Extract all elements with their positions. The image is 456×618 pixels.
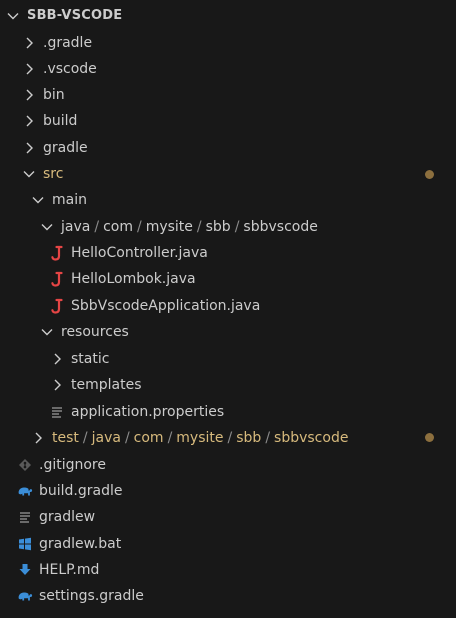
tree-folder-templates[interactable]: templates [49,372,456,398]
tree-file-sbb-vscode-application[interactable]: SbbVscodeApplication.java [49,293,456,319]
compact-folder-path: test / java / com / mysite / sbb / sbbvscode [52,425,348,451]
tree-folder-main[interactable]: main [30,187,456,213]
tree-file-settings-gradle[interactable]: settings.gradle [17,583,456,609]
file-label: HelloController.java [71,245,208,261]
file-label: SbbVscodeApplication.java [71,298,261,314]
tree-folder-test-package[interactable]: test / java / com / mysite / sbb / sbbvscode [30,425,456,451]
file-explorer: SBB-VSCODE .gradle .vscode bin build gra… [0,0,456,618]
explorer-root-label: SBB-VSCODE [27,8,123,23]
file-label: settings.gradle [39,588,144,604]
path-segment[interactable]: com [103,219,133,235]
chevron-right-icon [21,140,37,156]
chevron-right-icon [21,61,37,77]
path-segment[interactable]: sbbvscode [274,430,348,446]
tree-folder-java-package[interactable]: java / com / mysite / sbb / sbbvscode [39,214,456,240]
modified-indicator-dot [425,433,434,442]
tree-file-hello-controller[interactable]: HelloController.java [49,240,456,266]
file-label: gradlew [39,509,96,525]
chevron-down-icon [39,219,55,235]
chevron-down-icon [5,8,21,24]
path-segment[interactable]: java [61,219,90,235]
modified-indicator-dot [425,170,434,179]
tree-folder-vscode-dir[interactable]: .vscode [21,56,456,82]
chevron-right-icon [21,113,37,129]
tree-file-gitignore[interactable]: .gitignore [17,452,456,478]
tree-folder-bin[interactable]: bin [21,82,456,108]
git-file-icon [17,457,33,473]
file-label: HelloLombok.java [71,271,196,287]
folder-label: static [71,351,110,367]
java-file-icon [49,298,65,314]
tree-folder-gradle[interactable]: gradle [21,135,456,161]
gradle-elephant-icon [17,588,33,604]
folder-label: bin [43,87,65,103]
path-segment[interactable]: sbb [236,430,261,446]
java-file-icon [49,245,65,261]
file-label: HELP.md [39,562,100,578]
path-separator: / [234,219,240,235]
folder-label: build [43,113,78,129]
tree-folder-gradle-dir[interactable]: .gradle [21,30,456,56]
chevron-right-icon [49,377,65,393]
file-label: application.properties [71,404,225,420]
folder-label: gradle [43,140,88,156]
windows-icon [17,536,33,552]
folder-label: main [52,192,87,208]
explorer-root-header[interactable]: SBB-VSCODE [5,3,456,29]
tree-file-hello-lombok[interactable]: HelloLombok.java [49,266,456,292]
path-separator: / [265,430,271,446]
chevron-down-icon [30,192,46,208]
file-label: .gitignore [39,457,106,473]
chevron-right-icon [49,351,65,367]
path-segment[interactable]: sbbvscode [243,219,317,235]
tree-file-gradlew[interactable]: gradlew [17,504,456,530]
tree-folder-static[interactable]: static [49,346,456,372]
path-separator: / [124,430,130,446]
file-label: build.gradle [39,483,123,499]
chevron-right-icon [30,430,46,446]
tree-folder-build[interactable]: build [21,108,456,134]
java-file-icon [49,271,65,287]
lines-file-icon [49,404,65,420]
path-separator: / [227,430,233,446]
tree-folder-resources[interactable]: resources [39,319,456,345]
chevron-down-icon [21,166,37,182]
path-segment[interactable]: sbb [206,219,231,235]
tree-file-application-properties[interactable]: application.properties [49,399,456,425]
path-separator: / [167,430,173,446]
compact-folder-path: java / com / mysite / sbb / sbbvscode [61,214,318,240]
folder-label: .vscode [43,61,97,77]
path-segment[interactable]: test [52,430,79,446]
path-segment[interactable]: java [92,430,121,446]
markdown-download-icon [17,562,33,578]
tree-file-build-gradle[interactable]: build.gradle [17,478,456,504]
folder-label: resources [61,324,129,340]
tree-file-help-md[interactable]: HELP.md [17,557,456,583]
gradle-elephant-icon [17,483,33,499]
path-separator: / [136,219,142,235]
path-separator: / [94,219,100,235]
path-segment[interactable]: mysite [176,430,223,446]
path-separator: / [196,219,202,235]
tree-file-gradlew-bat[interactable]: gradlew.bat [17,531,456,557]
path-segment[interactable]: com [134,430,164,446]
chevron-right-icon [21,87,37,103]
file-label: gradlew.bat [39,536,122,552]
tree-folder-src[interactable]: src [21,161,456,187]
folder-label: src [43,166,64,182]
path-segment[interactable]: mysite [146,219,193,235]
lines-file-icon [17,509,33,525]
folder-label: .gradle [43,35,93,51]
path-separator: / [82,430,88,446]
chevron-down-icon [39,324,55,340]
chevron-right-icon [21,35,37,51]
folder-label: templates [71,377,142,393]
